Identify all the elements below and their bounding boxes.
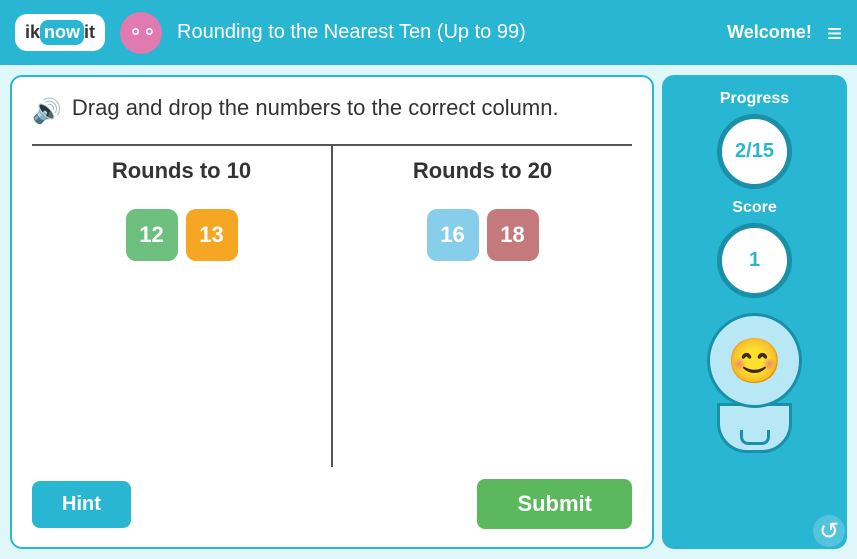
score-label: Score <box>732 199 776 217</box>
header: iknowit Rounding to the Nearest Ten (Up … <box>0 0 857 65</box>
score-value: 1 <box>749 249 760 272</box>
mascot-base <box>740 430 770 445</box>
drop-zone-right[interactable]: Rounds to 20 16 18 <box>333 146 632 467</box>
lesson-title: Rounding to the Nearest Ten (Up to 99) <box>177 21 712 44</box>
chip-18[interactable]: 18 <box>487 209 539 261</box>
speaker-icon[interactable]: 🔊 <box>32 97 62 126</box>
nav-arrow[interactable]: ↺ <box>813 515 845 547</box>
header-decoration <box>120 12 162 54</box>
progress-value: 2/15 <box>735 140 774 163</box>
chip-13[interactable]: 13 <box>186 209 238 261</box>
logo-now: now <box>40 20 84 45</box>
buttons-row: Hint Submit <box>32 479 632 529</box>
left-panel: 🔊 Drag and drop the numbers to the corre… <box>10 75 654 549</box>
instruction-text: Drag and drop the numbers to the correct… <box>72 95 559 121</box>
instruction-row: 🔊 Drag and drop the numbers to the corre… <box>32 95 632 126</box>
right-column-header: Rounds to 20 <box>345 158 620 194</box>
right-column-items: 16 18 <box>345 209 620 261</box>
mascot-body <box>717 403 792 453</box>
drop-zone-left[interactable]: Rounds to 10 12 13 <box>32 146 333 467</box>
progress-circle: 2/15 <box>717 114 792 189</box>
progress-section: Progress 2/15 <box>717 90 792 189</box>
score-circle: 1 <box>717 223 792 298</box>
chip-16[interactable]: 16 <box>427 209 479 261</box>
logo-ik: ik <box>25 22 40 43</box>
submit-button[interactable]: Submit <box>477 479 632 529</box>
main-container: 🔊 Drag and drop the numbers to the corre… <box>0 65 857 559</box>
mascot: 😊 <box>707 313 802 453</box>
mascot-head: 😊 <box>707 313 802 408</box>
drop-zone-container: Rounds to 10 12 13 Rounds to 20 16 18 <box>32 144 632 467</box>
hint-button[interactable]: Hint <box>32 481 131 528</box>
progress-label: Progress <box>720 90 789 108</box>
logo-it: it <box>84 22 95 43</box>
left-column-header: Rounds to 10 <box>44 158 319 194</box>
welcome-text: Welcome! <box>727 22 812 43</box>
score-section: Score 1 <box>717 199 792 298</box>
right-panel: Progress 2/15 Score 1 😊 ↺ <box>662 75 847 549</box>
chip-12[interactable]: 12 <box>126 209 178 261</box>
menu-icon[interactable]: ≡ <box>827 20 842 46</box>
left-column-items: 12 13 <box>44 209 319 261</box>
mascot-face: 😊 <box>727 335 782 387</box>
logo[interactable]: iknowit <box>15 14 105 51</box>
